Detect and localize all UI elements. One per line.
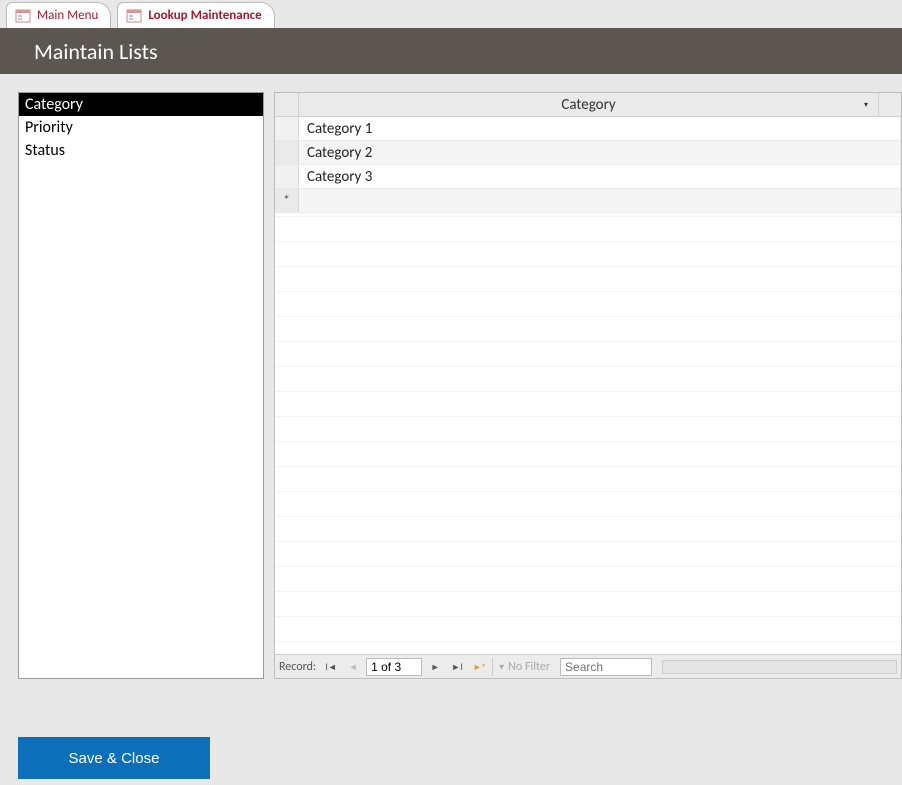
list-item-status[interactable]: Status — [19, 139, 263, 162]
row-selector[interactable] — [275, 165, 299, 188]
button-area: Save & Close — [0, 681, 902, 779]
tab-bar: Main Menu Lookup Maintenance — [0, 0, 902, 28]
tab-lookup-maintenance[interactable]: Lookup Maintenance — [117, 2, 274, 28]
filter-icon: ▾ — [499, 660, 504, 673]
filter-button[interactable]: ▾ No Filter — [492, 658, 556, 676]
datasheet-grid: Category ▾ Category 1 Category 2 Categor… — [274, 92, 902, 679]
list-item-category[interactable]: Category — [19, 93, 263, 116]
tab-main-menu[interactable]: Main Menu — [6, 2, 111, 28]
row-selector[interactable] — [275, 117, 299, 140]
list-panel[interactable]: Category Priority Status — [18, 92, 264, 679]
grid-header: Category ▾ — [275, 93, 901, 117]
nav-prev-button[interactable]: ◄ — [344, 658, 362, 676]
form-icon — [15, 9, 31, 23]
page-title: Maintain Lists — [34, 38, 158, 65]
nav-first-button[interactable]: I◄ — [322, 658, 340, 676]
select-all-corner[interactable] — [275, 93, 299, 116]
table-row[interactable]: Category 1 — [275, 117, 901, 141]
nav-next-button[interactable]: ► — [426, 658, 444, 676]
content-area: Category Priority Status Category ▾ Cate… — [0, 74, 902, 681]
record-label: Record: — [279, 660, 316, 674]
new-record-icon[interactable]: * — [275, 189, 299, 212]
tab-label: Lookup Maintenance — [148, 8, 261, 23]
list-item-priority[interactable]: Priority — [19, 116, 263, 139]
search-input[interactable] — [560, 658, 652, 676]
column-header-category[interactable]: Category ▾ — [299, 93, 879, 116]
form-icon — [126, 9, 142, 23]
new-record-row[interactable]: * — [275, 189, 901, 213]
header-band: Maintain Lists — [0, 28, 902, 74]
grid-cell[interactable]: Category 3 — [299, 165, 901, 188]
grid-cell[interactable]: Category 2 — [299, 141, 901, 164]
chevron-down-icon[interactable]: ▾ — [864, 100, 868, 110]
table-row[interactable]: Category 3 — [275, 165, 901, 189]
column-header-label: Category — [561, 96, 615, 114]
nav-new-button[interactable]: ►* — [470, 658, 488, 676]
filter-label: No Filter — [508, 660, 550, 674]
record-position-input[interactable] — [366, 658, 422, 676]
save-close-button[interactable]: Save & Close — [18, 737, 210, 779]
column-spacer — [879, 93, 901, 116]
grid-cell[interactable] — [299, 189, 901, 212]
horizontal-scrollbar[interactable] — [662, 660, 897, 674]
record-navigator: Record: I◄ ◄ ► ►I ►* ▾ No Filter — [275, 654, 901, 678]
table-row[interactable]: Category 2 — [275, 141, 901, 165]
tab-label: Main Menu — [37, 8, 98, 23]
row-selector[interactable] — [275, 141, 299, 164]
grid-cell[interactable]: Category 1 — [299, 117, 901, 140]
grid-body: Category 1 Category 2 Category 3 * — [275, 117, 901, 654]
nav-last-button[interactable]: ►I — [448, 658, 466, 676]
